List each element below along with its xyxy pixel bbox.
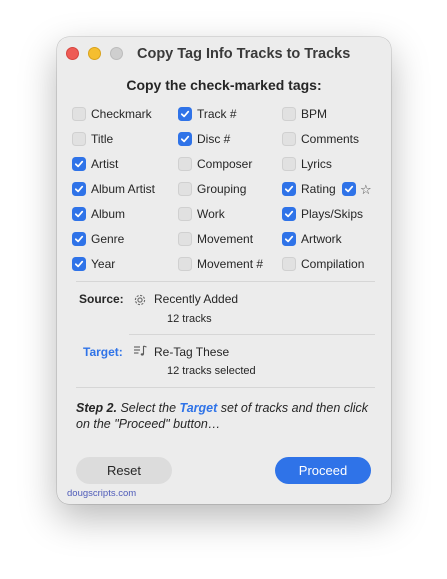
- tag-checkbox-compilation[interactable]: Compilation: [282, 256, 364, 272]
- checkbox-label: Movement: [197, 232, 254, 246]
- close-window-button[interactable]: [66, 47, 79, 60]
- checkbox-label: Title: [91, 132, 114, 146]
- checkbox-box[interactable]: [282, 132, 296, 146]
- checkbox-box[interactable]: [282, 232, 296, 246]
- instructions-target-word: Target: [179, 401, 218, 415]
- target-playlist-name: Re-Tag These: [154, 345, 230, 359]
- tag-checkbox-album[interactable]: Album: [72, 206, 125, 222]
- checkbox-box[interactable]: [72, 207, 86, 221]
- target-track-count: 12 tracks selected: [167, 365, 256, 377]
- step-number: Step 2.: [76, 401, 117, 415]
- tag-checkbox-bpm[interactable]: BPM: [282, 106, 327, 122]
- dialog-window: Copy Tag Info Tracks to Tracks Copy the …: [57, 37, 391, 504]
- checkbox-box[interactable]: [282, 157, 296, 171]
- checkbox-label: Lyrics: [301, 157, 332, 171]
- source-track-count: 12 tracks: [167, 313, 212, 325]
- reset-button[interactable]: Reset: [76, 457, 172, 484]
- checkbox-box[interactable]: [178, 257, 192, 271]
- checkbox-box[interactable]: [178, 207, 192, 221]
- checkbox-label: Composer: [197, 157, 253, 171]
- checkbox-label: Year: [91, 257, 116, 271]
- source-playlist-name: Recently Added: [154, 292, 239, 306]
- tag-checkbox-album-artist[interactable]: Album Artist: [72, 181, 155, 197]
- tag-checkbox-disc[interactable]: Disc #: [178, 131, 230, 147]
- checkbox-label: BPM: [301, 107, 328, 121]
- checkbox-label: Genre: [91, 232, 125, 246]
- checkbox-box[interactable]: [178, 132, 192, 146]
- checkbox-box[interactable]: [178, 232, 192, 246]
- footer-link[interactable]: dougscripts.com: [67, 488, 136, 499]
- minimize-window-button[interactable]: [88, 47, 101, 60]
- tag-checkbox-composer[interactable]: Composer: [178, 156, 252, 172]
- proceed-button[interactable]: Proceed: [275, 457, 371, 484]
- checkbox-box[interactable]: [178, 182, 192, 196]
- tag-checkbox-title[interactable]: Title: [72, 131, 113, 147]
- checkbox-box[interactable]: [72, 157, 86, 171]
- tag-checkbox-grouping[interactable]: Grouping: [178, 181, 246, 197]
- checkbox-label: Plays/Skips: [301, 207, 364, 221]
- rating-star-checkbox[interactable]: [342, 181, 356, 197]
- checkbox-label: Checkmark: [91, 107, 152, 121]
- checkbox-label: Artwork: [301, 232, 342, 246]
- target-label: Target:: [83, 345, 123, 359]
- music-list-icon: [134, 345, 147, 356]
- divider: [76, 387, 375, 388]
- window-title: Copy Tag Info Tracks to Tracks: [137, 46, 351, 62]
- checkbox-box[interactable]: [282, 207, 296, 221]
- checkbox-label: Grouping: [197, 182, 247, 196]
- checkbox-label: Disc #: [197, 132, 231, 146]
- instructions-text: Step 2. Select the Target set of tracks …: [76, 400, 376, 432]
- checkbox-box[interactable]: [342, 182, 356, 196]
- tag-checkbox-work[interactable]: Work: [178, 206, 225, 222]
- tag-checkbox-year[interactable]: Year: [72, 256, 115, 272]
- tag-checkbox-track[interactable]: Track #: [178, 106, 237, 122]
- divider: [76, 281, 375, 282]
- source-label: Source:: [79, 292, 124, 306]
- title-bar: Copy Tag Info Tracks to Tracks: [57, 37, 391, 71]
- star-icon: ☆: [360, 182, 372, 197]
- checkbox-box[interactable]: [72, 257, 86, 271]
- checkbox-label: Compilation: [301, 257, 365, 271]
- tag-checkbox-artist[interactable]: Artist: [72, 156, 118, 172]
- checkbox-box[interactable]: [178, 107, 192, 121]
- tag-checkbox-movement[interactable]: Movement: [178, 231, 253, 247]
- checkbox-label: Album Artist: [91, 182, 156, 196]
- checkbox-label: Rating: [301, 182, 336, 196]
- checkbox-box[interactable]: [282, 107, 296, 121]
- tag-checkbox-comments[interactable]: Comments: [282, 131, 359, 147]
- tag-checkbox-rating[interactable]: Rating: [282, 181, 336, 197]
- tag-checkbox-checkmark[interactable]: Checkmark: [72, 106, 152, 122]
- tag-checkbox-artwork[interactable]: Artwork: [282, 231, 342, 247]
- checkbox-label: Track #: [197, 107, 237, 121]
- checkbox-box[interactable]: [72, 107, 86, 121]
- checkbox-label: Artist: [91, 157, 119, 171]
- checkbox-label: Movement #: [197, 257, 264, 271]
- tag-checkbox-plays-skips[interactable]: Plays/Skips: [282, 206, 363, 222]
- instructions-part1: Select the: [117, 401, 180, 415]
- tags-heading: Copy the check-marked tags:: [126, 77, 322, 93]
- gear-icon: [134, 294, 146, 306]
- tag-checkbox-lyrics[interactable]: Lyrics: [282, 156, 332, 172]
- checkbox-box[interactable]: [72, 132, 86, 146]
- divider: [129, 334, 375, 335]
- checkbox-box[interactable]: [178, 157, 192, 171]
- checkbox-box[interactable]: [72, 232, 86, 246]
- tag-checkbox-genre[interactable]: Genre: [72, 231, 124, 247]
- checkbox-box[interactable]: [282, 182, 296, 196]
- checkbox-label: Work: [197, 207, 225, 221]
- zoom-window-button[interactable]: [110, 47, 123, 60]
- checkbox-label: Album: [91, 207, 126, 221]
- tag-checkbox-movement[interactable]: Movement #: [178, 256, 263, 272]
- checkbox-box[interactable]: [282, 257, 296, 271]
- checkbox-label: Comments: [301, 132, 360, 146]
- checkbox-box[interactable]: [72, 182, 86, 196]
